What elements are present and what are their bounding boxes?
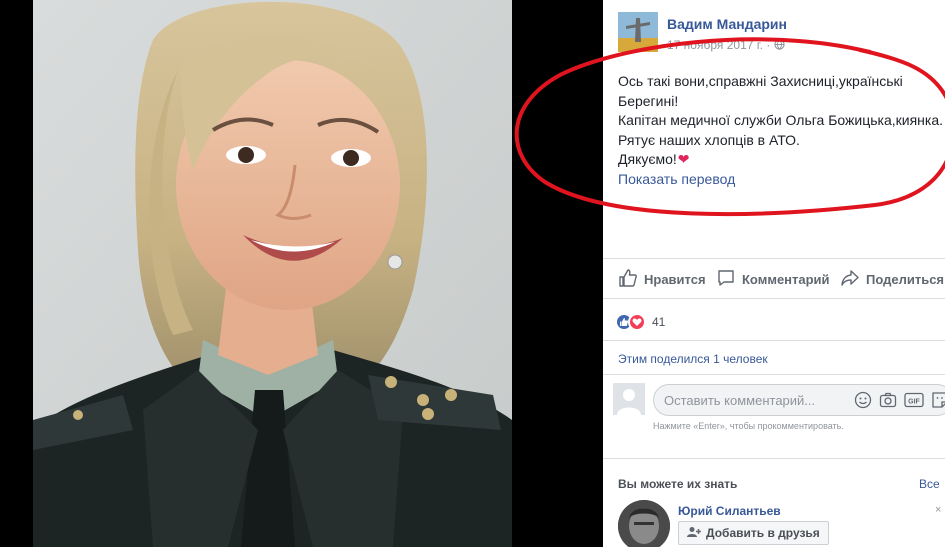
people-you-may-know-title: Вы можете их знать bbox=[618, 477, 738, 491]
sticker-icon[interactable] bbox=[931, 391, 945, 409]
post-text-thanks: Дякуємо! bbox=[618, 151, 677, 167]
see-all-link[interactable]: Все bbox=[919, 477, 940, 491]
shares-count-link[interactable]: Этим поделился 1 человек bbox=[618, 352, 768, 366]
share-label: Поделиться bbox=[866, 272, 945, 287]
comment-tools: GIF bbox=[854, 391, 945, 409]
camera-icon[interactable] bbox=[879, 391, 897, 409]
post-date-text[interactable]: 17 ноября 2017 г. · bbox=[667, 38, 774, 52]
speech-bubble-icon bbox=[716, 268, 742, 291]
add-friend-label: Добавить в друзья bbox=[706, 526, 820, 540]
thumbs-up-icon bbox=[618, 268, 644, 291]
gif-icon[interactable]: GIF bbox=[904, 391, 924, 409]
post-date[interactable]: 17 ноября 2017 г. · bbox=[667, 38, 785, 52]
post-text: Ось такі вони,справжні Захисниці,українс… bbox=[618, 72, 945, 189]
post-text-line: Рятує наших хлопців в АТО. bbox=[618, 131, 800, 148]
svg-text:GIF: GIF bbox=[908, 399, 920, 406]
post-panel: Вадим Мандарин 17 ноября 2017 г. · Ось т… bbox=[603, 0, 945, 547]
comment-button[interactable]: Комментарий bbox=[716, 268, 830, 291]
comment-input[interactable]: Оставить комментарий... GIF bbox=[653, 384, 945, 416]
dismiss-suggestion-icon[interactable]: × bbox=[935, 504, 941, 516]
like-button[interactable]: Нравится bbox=[618, 268, 706, 291]
post-header: Вадим Мандарин 17 ноября 2017 г. · bbox=[618, 12, 938, 52]
divider bbox=[603, 258, 945, 259]
divider bbox=[603, 374, 945, 375]
author-avatar[interactable] bbox=[618, 12, 658, 52]
post-text-line-thanks: Дякуємо!❤ bbox=[618, 150, 945, 170]
suggested-person-avatar[interactable] bbox=[618, 500, 670, 547]
divider bbox=[603, 458, 945, 459]
suggested-person-name[interactable]: Юрий Силантьев bbox=[678, 504, 781, 518]
show-translation-link[interactable]: Показать перевод bbox=[618, 170, 945, 190]
share-arrow-icon bbox=[840, 268, 866, 291]
share-button[interactable]: Поделиться bbox=[840, 268, 944, 291]
reactions-summary[interactable]: 41 bbox=[615, 313, 665, 331]
comment-placeholder: Оставить комментарий... bbox=[664, 393, 816, 408]
author-name[interactable]: Вадим Мандарин bbox=[667, 16, 787, 32]
emoji-icon[interactable] bbox=[854, 391, 872, 409]
divider bbox=[603, 340, 945, 341]
current-user-avatar bbox=[613, 383, 645, 415]
comment-hint: Нажмите «Enter», чтобы прокомментировать… bbox=[653, 421, 844, 431]
post-text-line: Ось такі вони,справжні Захисниці,українс… bbox=[618, 73, 903, 89]
post-actions: Нравится Комментарий Поделиться bbox=[618, 268, 945, 296]
add-friend-button[interactable]: Добавить в друзья bbox=[678, 521, 829, 545]
photo-viewer bbox=[0, 0, 603, 547]
add-person-icon bbox=[687, 526, 706, 541]
post-photo[interactable] bbox=[33, 0, 512, 547]
globe-icon bbox=[774, 38, 785, 52]
post-text-line: Берегині! bbox=[618, 92, 679, 109]
like-label: Нравится bbox=[644, 272, 706, 287]
heart-icon: ❤ bbox=[677, 151, 690, 167]
comment-label: Комментарий bbox=[742, 272, 830, 287]
divider bbox=[603, 298, 945, 299]
reaction-count: 41 bbox=[652, 315, 666, 329]
post-text-line: Капітан медичної служби Ольга Божицька,к… bbox=[618, 112, 944, 128]
love-reaction-icon bbox=[628, 313, 646, 331]
